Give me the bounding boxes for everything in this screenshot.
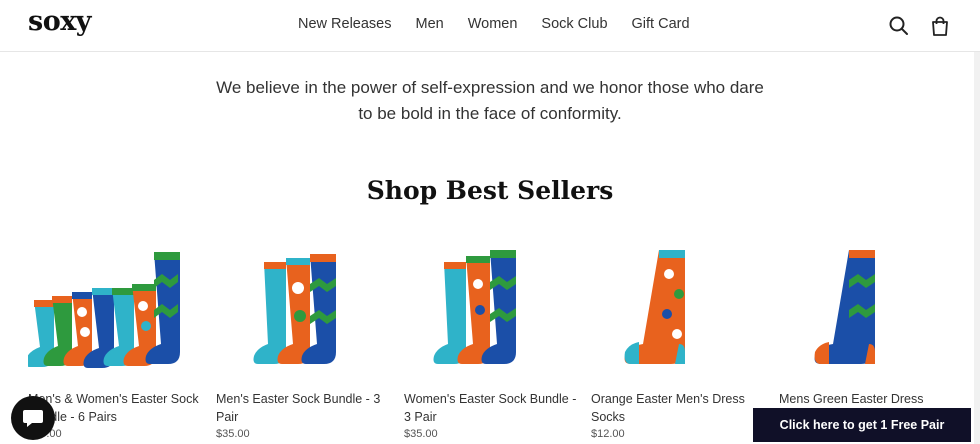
product-image[interactable]: [591, 240, 766, 382]
product-card[interactable]: Mens Green Easter Dress: [779, 240, 954, 410]
product-card[interactable]: Women's Easter Sock Bundle - 3 Pair $35.…: [404, 240, 579, 440]
chat-icon: [23, 410, 43, 427]
product-name[interactable]: Men's Easter Sock Bundle - 3 Pair: [216, 390, 391, 426]
chat-button[interactable]: [11, 396, 55, 440]
product-price: $35.00: [404, 428, 438, 440]
product-name[interactable]: Orange Easter Men's Dress Socks: [591, 390, 766, 426]
product-card[interactable]: Men's Easter Sock Bundle - 3 Pair $35.00: [216, 240, 391, 440]
brand-tagline: We believe in the power of self-expressi…: [180, 75, 800, 127]
nav-item-new-releases[interactable]: New Releases: [298, 16, 392, 32]
tagline-line-2: to be bold in the face of conformity.: [358, 104, 622, 123]
product-price: $12.00: [591, 428, 625, 440]
product-price: $65.00: [28, 428, 203, 440]
nav-item-men[interactable]: Men: [416, 16, 444, 32]
product-image[interactable]: [779, 240, 954, 382]
nav-item-gift-card[interactable]: Gift Card: [632, 16, 690, 32]
free-pair-promo-button[interactable]: Click here to get 1 Free Pair: [753, 408, 971, 442]
product-name[interactable]: Women's Easter Sock Bundle - 3 Pair: [404, 390, 579, 426]
logo[interactable]: soxy: [28, 6, 92, 37]
product-price: $35.00: [216, 428, 250, 440]
section-title: Shop Best Sellers: [366, 176, 614, 205]
site-header: soxy New Releases Men Women Sock Club Gi…: [0, 0, 980, 52]
product-card[interactable]: Orange Easter Men's Dress Socks $12.00: [591, 240, 766, 440]
page-scrollbar[interactable]: [974, 52, 980, 444]
nav-item-sock-club[interactable]: Sock Club: [541, 16, 607, 32]
search-icon[interactable]: [888, 15, 910, 37]
nav-item-women[interactable]: Women: [468, 16, 518, 32]
product-image[interactable]: [25, 240, 203, 382]
product-card[interactable]: Men's & Women's Easter Sock Bundle - 6 P…: [25, 240, 203, 440]
main-nav: New Releases Men Women Sock Club Gift Ca…: [298, 16, 690, 32]
cart-icon[interactable]: [929, 15, 951, 37]
tagline-line-1: We believe in the power of self-expressi…: [216, 78, 764, 97]
product-name[interactable]: Mens Green Easter Dress: [779, 390, 954, 408]
product-image[interactable]: [216, 240, 391, 382]
product-image[interactable]: [404, 240, 579, 382]
